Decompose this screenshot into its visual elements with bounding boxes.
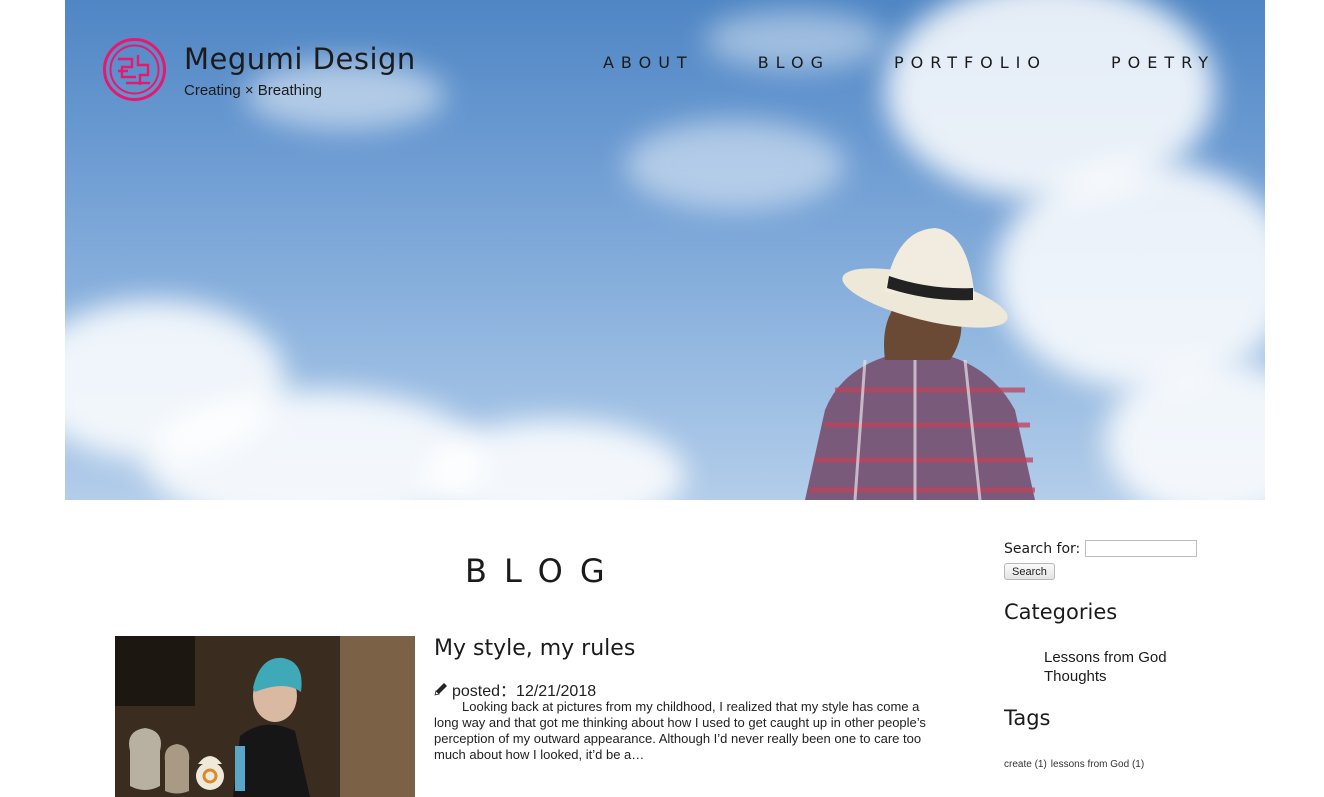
page-title: BLOG — [465, 552, 622, 590]
tags-title: Tags — [1004, 706, 1051, 730]
brand-name[interactable]: Megumi Design — [184, 42, 416, 76]
cloud-decoration — [625, 120, 845, 210]
tag-link[interactable]: lessons from God (1) — [1051, 759, 1144, 770]
tag-link[interactable]: create (1) — [1004, 759, 1047, 770]
category-link[interactable]: Thoughts — [1044, 668, 1107, 685]
category-link[interactable]: Lessons from God — [1044, 649, 1167, 666]
post-date: posted：12/21/2018 — [452, 683, 597, 700]
search-button[interactable]: Search — [1004, 563, 1055, 580]
search-label: Search for: — [1004, 540, 1081, 557]
search-form: Search for: — [1004, 540, 1198, 557]
brand-tagline: Creating × Breathing — [184, 82, 323, 99]
categories-title: Categories — [1004, 600, 1118, 624]
hero-banner: Megumi Design Creating × Breathing ABOUT… — [65, 0, 1265, 500]
nav-portfolio[interactable]: PORTFOLIO — [894, 53, 1047, 72]
post-meta: posted：12/21/2018 — [434, 677, 596, 701]
pencil-icon — [434, 683, 447, 696]
search-input[interactable] — [1085, 540, 1198, 557]
person-with-hat-illustration — [805, 228, 1035, 500]
post-title[interactable]: My style, my rules — [434, 636, 635, 661]
post-excerpt: Looking back at pictures from my childho… — [434, 699, 926, 762]
nav-poetry[interactable]: POETRY — [1111, 53, 1215, 72]
nav-blog[interactable]: BLOG — [758, 53, 830, 72]
nav-about[interactable]: ABOUT — [603, 53, 694, 72]
tag-cloud: create (1) lessons from God (1) — [1004, 759, 1144, 770]
main-nav: ABOUT BLOG PORTFOLIO POETRY — [603, 53, 1215, 72]
maze-seal-icon[interactable] — [102, 37, 167, 102]
post-thumbnail[interactable] — [115, 636, 415, 797]
